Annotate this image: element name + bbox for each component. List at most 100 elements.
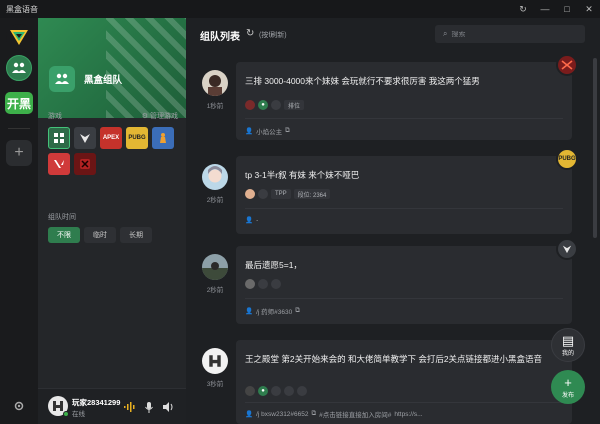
add-server-button[interactable]: + (6, 140, 32, 166)
member-avatar (245, 189, 255, 199)
team-time-label: 组队时间 (48, 214, 76, 221)
voice-level-icon[interactable] (124, 401, 136, 413)
post-text: 王之殿堂 第2关开始来会的 和大佬简单教学下 会打后2关点链接都进小黑盒语音 (245, 354, 543, 364)
search-icon: ⌕ (443, 29, 448, 38)
gender-tag: ● (258, 100, 268, 110)
search-input[interactable] (451, 30, 572, 38)
app-logo-icon[interactable] (6, 24, 32, 50)
post-avatar[interactable] (202, 164, 228, 190)
team-post[interactable]: 2秒前 tp 3-1半r叙 有妹 来个妹不哑巴 TPP 段位: 2364 👤 -… (194, 148, 578, 236)
page-title: 组队列表 (200, 32, 240, 43)
post-avatar[interactable] (202, 70, 228, 96)
user-name: 玩家28341299 (72, 398, 121, 407)
refresh-hint: (按f刷新) (259, 32, 287, 39)
time-temporary-button[interactable]: 临时 (84, 227, 116, 243)
user-icon: 👤 (245, 308, 254, 315)
mode-tag: 排位 (284, 100, 305, 110)
refresh-icon[interactable]: ↻ (246, 28, 254, 39)
game-pubg-button[interactable]: PUBG (126, 127, 148, 149)
slot-tag (271, 100, 281, 110)
member-avatar (245, 386, 255, 396)
user-icon: 👤 (245, 128, 254, 135)
group-panel: 黑盒组队 游戏 ⚙ 管理游戏 APEX PUBG 组队时间 不限 临时 长期 玩… (38, 18, 186, 424)
game-apex-button[interactable]: APEX (100, 127, 122, 149)
member-avatar (245, 279, 255, 289)
scrollbar[interactable] (593, 58, 597, 238)
rank-tag: 段位: 2364 (293, 189, 331, 199)
post-time: 2秒前 (206, 197, 224, 204)
post-link-url[interactable]: https://s... (394, 411, 422, 418)
post-time: 2秒前 (206, 287, 224, 294)
post-tags: ● (245, 386, 307, 396)
group-name: 黑盒组队 (84, 75, 123, 86)
dota-badge-icon (556, 54, 578, 76)
game-valorant-button[interactable] (48, 153, 70, 175)
close-icon[interactable]: ✕ (578, 0, 600, 18)
speaker-icon[interactable] (162, 401, 174, 413)
team-post[interactable]: 1秒前 三排 3000-4000来个妹妹 会玩就行不要求很厉害 我这两个猛男 ●… (194, 54, 578, 142)
member-avatar (245, 100, 255, 110)
manage-games-link[interactable]: ⚙ 管理游戏 (142, 111, 178, 121)
slot-tag (271, 386, 281, 396)
post-avatar[interactable] (202, 348, 228, 374)
post-time: 3秒前 (206, 381, 224, 388)
copy-icon[interactable]: ⧉ (285, 127, 290, 135)
post-card[interactable]: 最后遗愿5=1， 👤 /j 药师#3630 ⧉ (236, 238, 578, 324)
reload-icon[interactable]: ↻ (512, 0, 534, 18)
copy-icon[interactable]: ⧉ (312, 410, 317, 418)
banner-pattern (106, 18, 186, 118)
post-link[interactable]: #点击链接直接加入房间# (319, 409, 391, 419)
post-card[interactable]: tp 3-1半r叙 有妹 来个妹不哑巴 TPP 段位: 2364 👤 - PUB… (236, 148, 578, 234)
post-footer: 👤 - (245, 216, 258, 225)
user-bar: 玩家28341299 在线 (38, 388, 186, 424)
mine-button[interactable]: ▤ 我的 (551, 328, 585, 362)
team-list-area: 组队列表 ↻ (按f刷新) ⌕ 1秒前 三排 3000-4000来个妹妹 会玩就… (186, 18, 600, 424)
post-owner: /j 药师#3630 (256, 309, 293, 316)
maximize-icon[interactable]: □ (556, 0, 578, 18)
copy-icon[interactable]: ⧉ (295, 307, 300, 315)
game-destiny-button[interactable] (74, 127, 96, 149)
game-dota-button[interactable] (74, 153, 96, 175)
pubg-badge-icon: PUBG (556, 148, 578, 170)
user-icon: 👤 (245, 411, 254, 418)
kai-hei-button[interactable]: 开黑 (5, 92, 33, 114)
post-card[interactable]: 王之殿堂 第2关开始来会的 和大佬简单教学下 会打后2关点链接都进小黑盒语音 ●… (236, 340, 572, 424)
mine-label: 我的 (561, 350, 574, 357)
microphone-icon[interactable] (143, 401, 155, 413)
list-header: 组队列表 ↻ (按f刷新) ⌕ (186, 18, 600, 50)
post-owner: 小焰公主 (256, 129, 283, 136)
server-rail: 开黑 + (0, 18, 38, 424)
post-divider (245, 298, 563, 299)
post-tags (245, 279, 281, 289)
slot-tag (258, 189, 268, 199)
destiny-badge-icon (556, 238, 578, 260)
slot-tag (271, 279, 281, 289)
game-csgo-button[interactable] (152, 127, 174, 149)
group-server-icon[interactable] (6, 55, 32, 81)
slot-tag (297, 386, 307, 396)
post-time: 1秒前 (206, 103, 224, 110)
team-post[interactable]: 3秒前 王之殿堂 第2关开始来会的 和大佬简单教学下 会打后2关点链接都进小黑盒… (194, 340, 572, 424)
time-long-term-button[interactable]: 长期 (120, 227, 152, 243)
plus-icon: + (564, 374, 572, 390)
manage-games-label: 管理游戏 (150, 113, 178, 120)
window-title: 黑盒语音 (6, 4, 38, 14)
post-avatar[interactable] (202, 254, 228, 280)
post-text: 三排 3000-4000来个妹妹 会玩就行不要求很厉害 我这两个猛男 (245, 76, 480, 86)
user-icon: 👤 (245, 217, 254, 224)
post-owner: /j bxsw2312#6652 (256, 410, 309, 418)
publish-label: 发布 (561, 392, 574, 399)
slot-tag (284, 386, 294, 396)
settings-gear-icon[interactable] (11, 398, 27, 414)
publish-button[interactable]: + 发布 (551, 370, 585, 404)
team-post[interactable]: 2秒前 最后遗愿5=1， 👤 /j 药师#3630 ⧉ (194, 238, 578, 326)
user-controls (124, 401, 174, 413)
minimize-icon[interactable]: — (534, 0, 556, 18)
game-all-button[interactable] (48, 127, 70, 149)
games-label: 游戏 (48, 113, 62, 120)
note-icon: ▤ (561, 332, 575, 348)
time-any-button[interactable]: 不限 (48, 227, 80, 243)
post-card[interactable]: 三排 3000-4000来个妹妹 会玩就行不要求很厉害 我这两个猛男 ● 排位 … (236, 54, 578, 140)
gender-tag: ● (258, 386, 268, 396)
window-controls: ↻ — □ ✕ (512, 0, 600, 18)
